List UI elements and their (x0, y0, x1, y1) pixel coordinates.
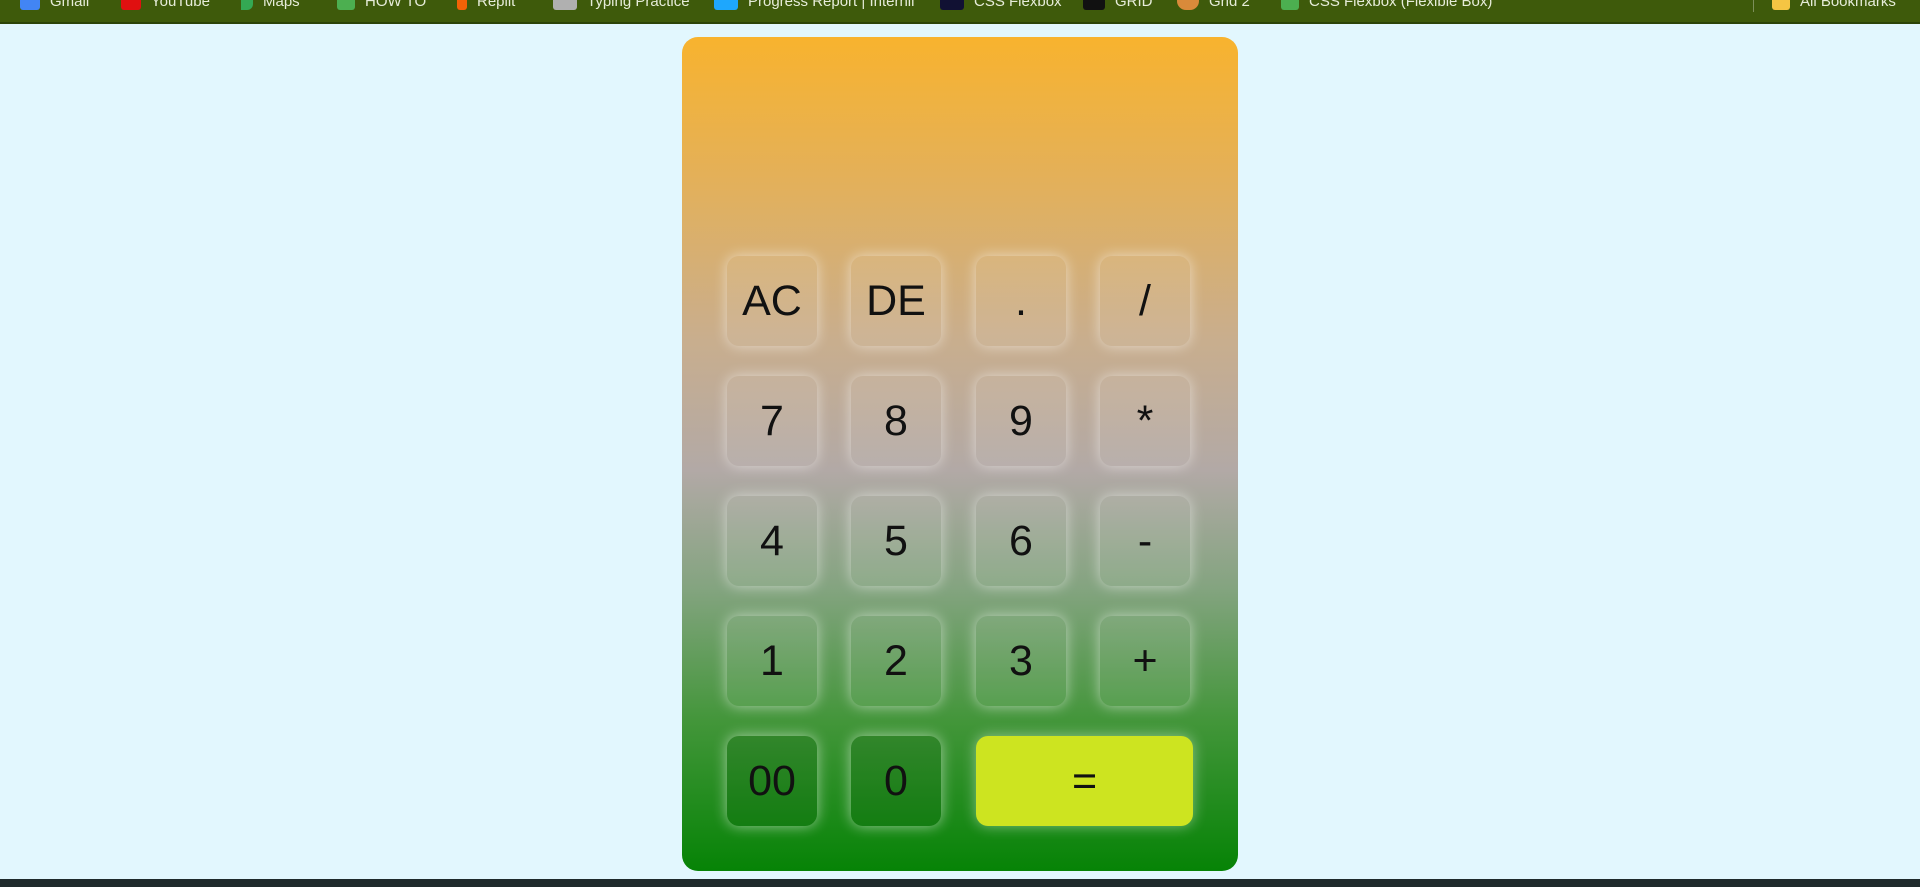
multiply-button[interactable]: * (1100, 376, 1190, 466)
bookmark-youtube[interactable]: YouTube (121, 0, 210, 11)
bookmark-maps[interactable]: Maps (241, 0, 300, 11)
grid2-icon (1177, 0, 1199, 10)
digit-0-button[interactable]: 0 (851, 736, 941, 826)
taskbar-edge (0, 879, 1920, 887)
bookmark-howto[interactable]: HOW TO (337, 0, 426, 11)
bookmark-label: CSS Flexbox (974, 0, 1062, 10)
clear-all-button[interactable]: AC (727, 256, 817, 346)
all-bookmarks-label: All Bookmarks (1800, 0, 1896, 10)
equals-button[interactable]: = (976, 736, 1193, 826)
internli-icon (714, 0, 738, 10)
digit-7-button[interactable]: 7 (727, 376, 817, 466)
digit-2-button[interactable]: 2 (851, 616, 941, 706)
gmail-icon (20, 0, 40, 10)
bookmark-label: Typing Practice (587, 0, 690, 10)
digit-8-button[interactable]: 8 (851, 376, 941, 466)
bookmark-progress-report[interactable]: Progress Report | Internli (714, 0, 914, 11)
typing-icon (553, 0, 577, 10)
bookmark-css-flexbox[interactable]: CSS Flexbox (940, 0, 1062, 11)
digit-1-button[interactable]: 1 (727, 616, 817, 706)
bookmarks-bar: Gmail YouTube Maps HOW TO Replit Typing … (0, 0, 1920, 24)
bookmark-label: Grid 2 (1209, 0, 1250, 10)
divide-button[interactable]: / (1100, 256, 1190, 346)
digit-3-button[interactable]: 3 (976, 616, 1066, 706)
bookmark-label: Replit (477, 0, 516, 10)
howto-icon (337, 0, 355, 10)
bookmarks-divider (1753, 0, 1754, 12)
maps-icon (241, 0, 253, 10)
bookmark-label: Gmail (50, 0, 90, 10)
bookmark-css-flexbox-flexible-box[interactable]: CSS Flexbox (Flexible Box) (1281, 0, 1492, 11)
grid-icon (1083, 0, 1105, 10)
youtube-icon (121, 0, 141, 10)
digit-4-button[interactable]: 4 (727, 496, 817, 586)
calculator: AC DE . / 7 8 9 * 4 5 6 - 1 2 3 + 00 0 = (682, 37, 1238, 871)
bookmark-typing-practice[interactable]: Typing Practice (553, 0, 690, 11)
bookmark-label: Progress Report | Internli (748, 0, 915, 10)
bookmark-grid[interactable]: GRID (1083, 0, 1153, 11)
bookmark-label: YouTube (151, 0, 210, 10)
all-bookmarks-button[interactable]: All Bookmarks (1772, 0, 1896, 11)
css-flexbox-icon (940, 0, 964, 10)
bookmark-replit[interactable]: Replit (457, 0, 515, 11)
bookmark-label: CSS Flexbox (Flexible Box) (1309, 0, 1493, 10)
folder-icon (1772, 0, 1790, 10)
w3-icon (1281, 0, 1299, 10)
digit-9-button[interactable]: 9 (976, 376, 1066, 466)
bookmark-label: HOW TO (365, 0, 427, 10)
bookmark-label: Maps (263, 0, 300, 10)
digit-5-button[interactable]: 5 (851, 496, 941, 586)
bookmark-grid-2[interactable]: Grid 2 (1177, 0, 1250, 11)
decimal-point-button[interactable]: . (976, 256, 1066, 346)
bookmark-gmail[interactable]: Gmail (20, 0, 89, 11)
calculator-display (722, 77, 1198, 197)
delete-button[interactable]: DE (851, 256, 941, 346)
double-zero-button[interactable]: 00 (727, 736, 817, 826)
bookmark-label: GRID (1115, 0, 1153, 10)
minus-button[interactable]: - (1100, 496, 1190, 586)
plus-button[interactable]: + (1100, 616, 1190, 706)
digit-6-button[interactable]: 6 (976, 496, 1066, 586)
replit-icon (457, 0, 467, 10)
